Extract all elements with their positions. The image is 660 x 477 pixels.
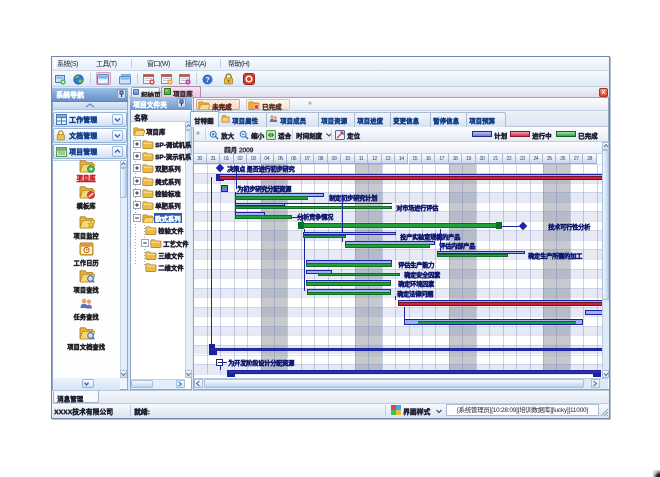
svg-text:?: ? bbox=[205, 75, 210, 84]
